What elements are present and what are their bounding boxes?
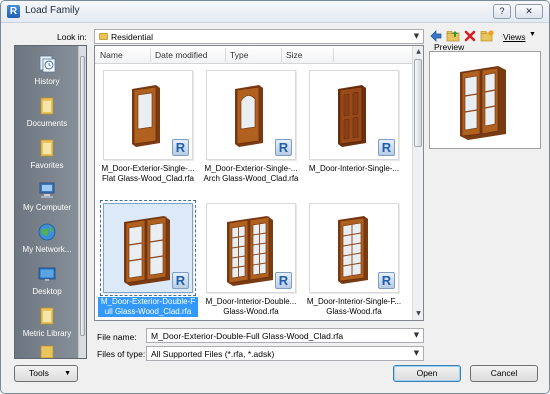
door-preview-image	[460, 66, 506, 140]
file-thumbnail: R	[103, 70, 193, 160]
place-my-computer[interactable]: My Computer	[15, 180, 79, 212]
file-name-caption: M_Door-Exterior-Single-... Flat Glass-Wo…	[101, 164, 195, 183]
chevron-down-icon: ▼	[64, 370, 71, 377]
help-button[interactable]: ?	[493, 4, 511, 19]
sidebar-scrollbar[interactable]	[78, 46, 86, 358]
history-icon	[37, 54, 57, 74]
file-list-scrollbar[interactable]: ▲ ▼	[412, 46, 423, 320]
network-icon	[37, 222, 57, 242]
revit-family-badge-icon: R	[172, 272, 189, 289]
place-label: Documents	[26, 119, 68, 128]
column-separator[interactable]	[225, 48, 226, 62]
revit-family-badge-icon: R	[378, 272, 395, 289]
file-thumbnail: R	[206, 70, 296, 160]
revit-family-badge-icon: R	[378, 139, 395, 156]
title-bar: R Load Family ? ✕	[1, 1, 549, 23]
file-name-caption: M_Door-Interior-Single-...	[308, 164, 400, 173]
place-extra-folder[interactable]	[15, 344, 79, 367]
filename-input[interactable]: M_Door-Exterior-Double-Full Glass-Wood_C…	[146, 328, 424, 343]
tools-button[interactable]: Tools ▼	[14, 365, 78, 382]
column-date-modified[interactable]: Date modified	[155, 50, 207, 60]
chevron-down-icon[interactable]: ▼	[412, 349, 421, 358]
place-label: History	[34, 77, 60, 86]
computer-icon	[37, 180, 57, 200]
file-tile[interactable]: R M_Door-Exterior-Single-... Flat Glass-W…	[98, 70, 198, 192]
back-arrow-icon[interactable]	[429, 29, 443, 43]
file-tile[interactable]: R M_Door-Interior-Single-F... Glass-Wood.…	[304, 203, 404, 320]
lookin-value: Residential	[111, 32, 154, 42]
revit-family-badge-icon: R	[275, 139, 292, 156]
file-name-caption: M_Door-Exterior-Double-F ull Glass-Wood_…	[98, 297, 198, 317]
open-button[interactable]: Open	[393, 365, 461, 382]
file-name-caption: M_Door-Interior-Double... Glass-Wood.rfa	[205, 297, 297, 316]
chevron-down-icon: ▼	[413, 32, 420, 40]
new-folder-icon[interactable]	[480, 29, 494, 43]
revit-app-icon: R	[7, 5, 20, 18]
place-favorites[interactable]: Favorites	[15, 138, 79, 170]
column-separator[interactable]	[281, 48, 282, 62]
folder-icon	[99, 33, 108, 40]
filetype-value: All Supported Files (*.rfa, *.adsk)	[151, 349, 275, 359]
place-label: Desktop	[32, 287, 62, 296]
file-list-view: Name Date modified Type Size R M_Door-Ext…	[94, 45, 424, 321]
file-name-caption: M_Door-Exterior-Single-... Arch Glass-Wo…	[203, 164, 299, 183]
window-title: Load Family	[25, 5, 80, 16]
up-folder-icon[interactable]	[446, 29, 460, 43]
views-chevron-down-icon[interactable]: ▼	[529, 31, 536, 38]
column-separator[interactable]	[150, 48, 151, 62]
scroll-down-arrow-icon[interactable]: ▼	[414, 309, 423, 319]
tools-label: Tools	[29, 368, 49, 378]
file-thumbnail: R	[206, 203, 296, 293]
close-button[interactable]: ✕	[515, 4, 543, 19]
place-documents[interactable]: Documents	[15, 96, 79, 128]
column-type[interactable]: Type	[230, 50, 248, 60]
chevron-down-icon[interactable]: ▼	[412, 331, 421, 340]
column-name[interactable]: Name	[100, 50, 123, 60]
lookin-label: Look in:	[57, 32, 87, 42]
place-label: Favorites	[30, 161, 64, 170]
lookin-combobox[interactable]: Residential ▼	[94, 29, 424, 44]
file-tile[interactable]: R M_Door-Interior-Double... Glass-Wood.rf…	[201, 203, 301, 320]
column-separator[interactable]	[333, 48, 334, 62]
folder-icon	[37, 96, 57, 116]
place-history[interactable]: History	[15, 54, 79, 86]
place-label: My Computer	[22, 203, 71, 212]
places-sidebar: History Documents Favorites My Computer …	[14, 45, 87, 359]
file-list-scroll-thumb[interactable]	[414, 59, 422, 147]
folder-icon	[37, 344, 57, 364]
load-family-dialog: R Load Family ? ✕ Look in: Residential ▼…	[0, 0, 550, 394]
filename-label: File name:	[97, 332, 137, 342]
column-header: Name Date modified Type Size	[95, 46, 413, 64]
file-tile[interactable]: R M_Door-Exterior-Double-F ull Glass-Wood…	[98, 200, 198, 320]
file-name-caption: M_Door-Interior-Single-F... Glass-Wood.r…	[306, 297, 402, 316]
filetype-select[interactable]: All Supported Files (*.rfa, *.adsk) ▼	[146, 346, 424, 361]
folder-icon	[37, 138, 57, 158]
file-thumbnail: R	[100, 200, 196, 296]
preview-pane	[429, 51, 541, 149]
place-label: My Network...	[22, 245, 72, 254]
revit-family-badge-icon: R	[275, 272, 292, 289]
views-menu[interactable]: Views	[503, 32, 526, 42]
folder-icon	[37, 306, 57, 326]
place-label: Metric Library	[22, 329, 72, 338]
file-tile[interactable]: R M_Door-Interior-Single-...	[304, 70, 404, 192]
place-my-network[interactable]: My Network...	[15, 222, 79, 254]
file-tile[interactable]: R M_Door-Exterior-Single-... Arch Glass-W…	[201, 70, 301, 192]
column-size[interactable]: Size	[286, 50, 303, 60]
filetype-label: Files of type:	[97, 349, 146, 359]
filename-value: M_Door-Exterior-Double-Full Glass-Wood_C…	[151, 331, 344, 341]
scroll-up-arrow-icon[interactable]: ▲	[414, 47, 423, 57]
revit-family-badge-icon: R	[172, 139, 189, 156]
cancel-button[interactable]: Cancel	[470, 365, 538, 382]
sidebar-scroll-thumb[interactable]	[80, 56, 85, 336]
file-thumbnail: R	[309, 203, 399, 293]
delete-icon[interactable]	[463, 29, 477, 43]
file-thumbnail: R	[309, 70, 399, 160]
desktop-icon	[37, 264, 57, 284]
place-desktop[interactable]: Desktop	[15, 264, 79, 296]
place-metric-library[interactable]: Metric Library	[15, 306, 79, 338]
